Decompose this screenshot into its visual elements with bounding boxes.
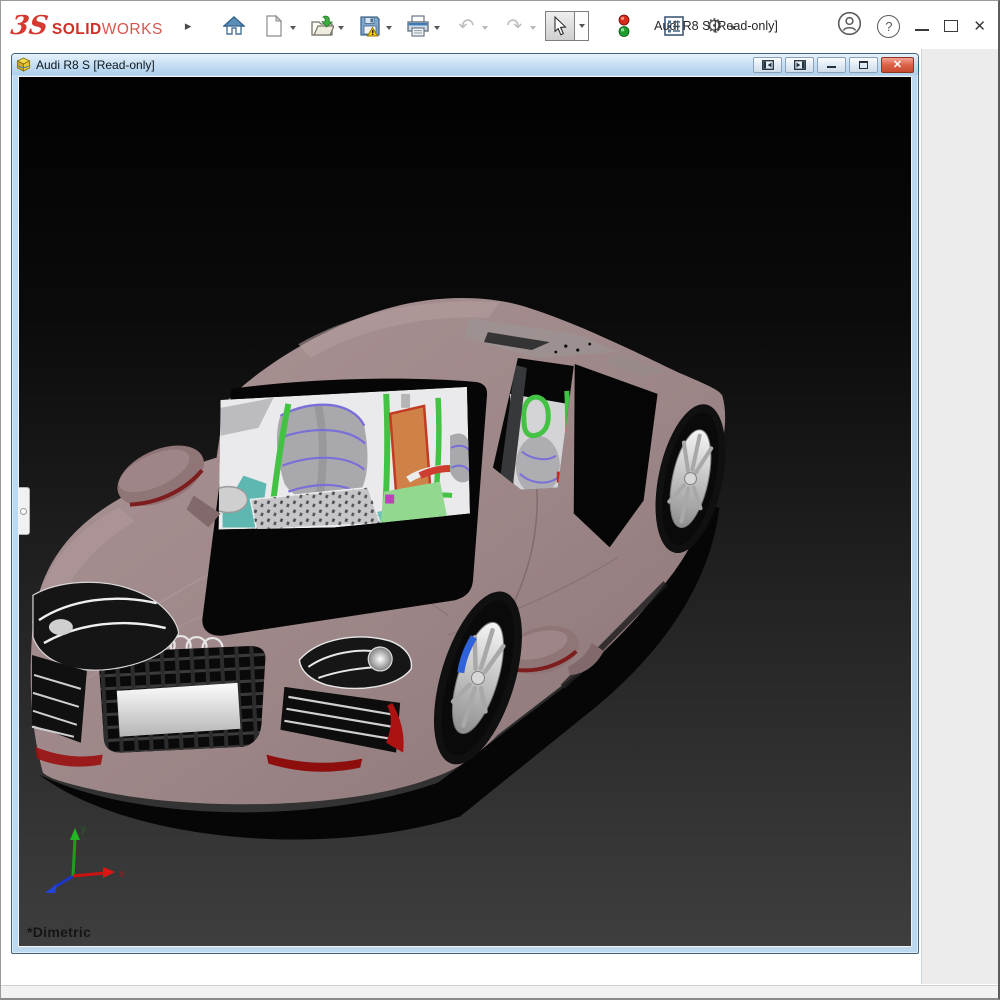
audi-r8-model[interactable] bbox=[19, 77, 911, 946]
window-title: Audi R8 S [Read-only] bbox=[601, 1, 831, 51]
featuremanager-flyout-tab[interactable] bbox=[18, 487, 30, 535]
doc-minimize-button[interactable] bbox=[817, 57, 846, 73]
document-window-buttons: ✕ bbox=[750, 57, 914, 73]
graphics-viewport[interactable]: y x *Dimetric bbox=[18, 76, 912, 947]
window-controls: ? ✕ bbox=[837, 1, 986, 51]
select-arrow-icon bbox=[551, 16, 569, 36]
doc-minimize-icon bbox=[827, 61, 836, 68]
view-orientation-label: *Dimetric bbox=[27, 924, 91, 940]
help-button[interactable]: ? bbox=[877, 15, 900, 38]
pane-right-button[interactable] bbox=[785, 57, 814, 73]
brand-text-solid: SOLID bbox=[52, 21, 102, 39]
select-tool-dropdown[interactable] bbox=[575, 11, 589, 41]
main-toolbar: 3S SOLIDWORKS ▸ bbox=[1, 1, 998, 51]
triad-y-label: y bbox=[81, 824, 86, 835]
orientation-triad: y x bbox=[35, 818, 130, 908]
redo-dropdown[interactable] bbox=[530, 26, 536, 33]
doc-close-button[interactable]: ✕ bbox=[881, 57, 914, 73]
print-button[interactable] bbox=[403, 11, 433, 41]
save-dropdown[interactable] bbox=[386, 26, 392, 33]
document-window: Audi R8 S [Read-only] bbox=[11, 53, 919, 954]
minimize-button[interactable] bbox=[915, 15, 929, 31]
status-bar bbox=[1, 985, 998, 998]
pane-left-icon bbox=[762, 60, 774, 70]
brand-text-works: WORKS bbox=[102, 21, 163, 39]
print-dropdown[interactable] bbox=[434, 26, 440, 33]
part-cube-icon bbox=[16, 57, 31, 72]
solidworks-logo: 3S SOLIDWORKS bbox=[1, 13, 163, 39]
select-tool-group bbox=[545, 11, 589, 41]
pane-left-button[interactable] bbox=[753, 57, 782, 73]
help-icon: ? bbox=[885, 19, 892, 34]
account-icon bbox=[837, 11, 862, 36]
new-document-dropdown[interactable] bbox=[290, 26, 296, 33]
doc-close-icon: ✕ bbox=[893, 58, 902, 71]
triad-x-label: x bbox=[119, 868, 125, 880]
document-title: Audi R8 S [Read-only] bbox=[36, 58, 155, 72]
menu-flyout-chevron-icon[interactable]: ▸ bbox=[185, 18, 192, 34]
maximize-button[interactable] bbox=[944, 20, 958, 32]
undo-dropdown[interactable] bbox=[482, 26, 488, 33]
print-icon bbox=[406, 15, 430, 37]
open-folder-icon bbox=[310, 15, 334, 37]
pane-right-icon bbox=[794, 60, 806, 70]
open-button[interactable] bbox=[307, 11, 337, 41]
undo-button[interactable]: ↶ bbox=[451, 11, 481, 41]
document-titlebar[interactable]: Audi R8 S [Read-only] bbox=[12, 54, 918, 75]
close-icon: ✕ bbox=[973, 18, 986, 35]
save-icon bbox=[359, 15, 381, 37]
home-icon bbox=[223, 15, 245, 37]
3ds-logo-icon: 3S bbox=[9, 13, 50, 39]
redo-button[interactable]: ↷ bbox=[499, 11, 529, 41]
task-pane-area[interactable] bbox=[921, 49, 998, 984]
new-document-icon bbox=[265, 15, 283, 37]
account-button[interactable] bbox=[837, 11, 862, 41]
undo-icon: ↶ bbox=[458, 17, 474, 36]
save-button[interactable] bbox=[355, 11, 385, 41]
close-button[interactable]: ✕ bbox=[973, 19, 986, 34]
home-button[interactable] bbox=[219, 11, 249, 41]
new-document-button[interactable] bbox=[259, 11, 289, 41]
doc-restore-button[interactable] bbox=[849, 57, 878, 73]
doc-restore-icon bbox=[859, 61, 868, 69]
select-tool-button[interactable] bbox=[545, 11, 575, 41]
open-dropdown[interactable] bbox=[338, 26, 344, 33]
solidworks-window: 3S SOLIDWORKS ▸ bbox=[0, 0, 1000, 1000]
redo-icon: ↷ bbox=[506, 17, 522, 36]
